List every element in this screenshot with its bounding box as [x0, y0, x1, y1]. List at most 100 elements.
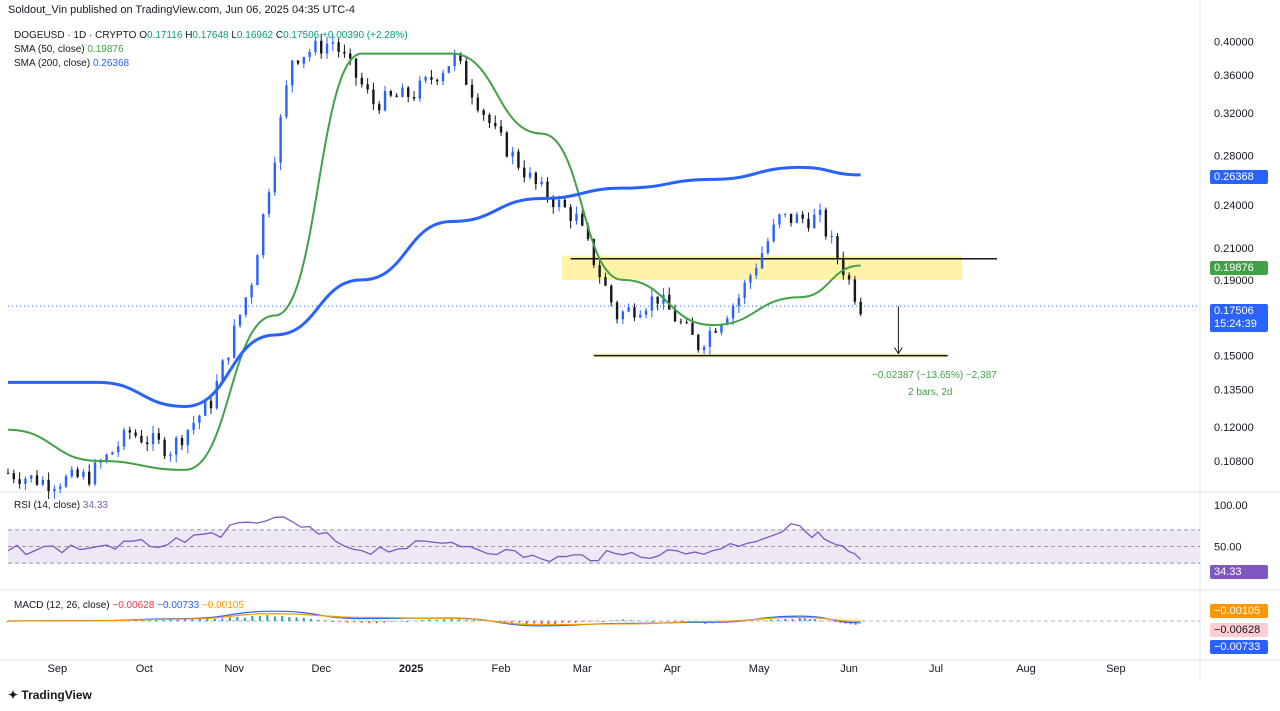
candle-body: [546, 181, 549, 199]
candle-body: [807, 218, 810, 229]
time-tick-label: Aug: [1016, 663, 1036, 675]
time-tick-label: Jul: [929, 663, 943, 675]
sma50-legend[interactable]: SMA (50, close) 0.19876: [14, 44, 124, 55]
macd-histogram-bar: [762, 620, 765, 621]
candle-body: [569, 207, 572, 221]
candle-body: [59, 486, 62, 489]
macd-histogram-bar: [674, 621, 677, 622]
last-price: 0.17506: [1214, 305, 1254, 317]
rsi-label: RSI (14, close): [14, 500, 81, 511]
macd-histogram-bar: [458, 619, 461, 621]
sma200-label: SMA (200, close): [14, 58, 91, 69]
macd-histogram-bar: [588, 621, 591, 622]
macd-histogram-bar: [405, 621, 408, 622]
macd-histogram-bar: [428, 619, 431, 621]
macd-histogram-bar: [353, 621, 356, 623]
macd-legend[interactable]: MACD (12, 26, close) −0.00628 −0.00733 −…: [14, 600, 244, 611]
macd-line-value: −0.00733: [157, 600, 200, 611]
candle-body: [279, 116, 282, 163]
candle-body: [528, 172, 532, 178]
candle-body: [465, 61, 468, 85]
time-tick-label: Apr: [664, 663, 681, 675]
candle-body: [308, 51, 311, 57]
candle-body: [82, 471, 85, 477]
macd-histogram-bar: [629, 620, 632, 621]
macd-histogram-bar: [266, 615, 269, 621]
candle-body: [407, 87, 410, 97]
close-value: 0.17506: [283, 30, 320, 41]
candle-body: [215, 381, 219, 409]
candle-body: [772, 224, 775, 242]
candle-body: [430, 77, 433, 80]
macd-histogram-bar: [819, 620, 822, 621]
candle-body: [349, 53, 352, 59]
macd-histogram-bar: [236, 616, 239, 621]
candle-body: [302, 56, 306, 64]
macd-histogram-bar: [784, 618, 787, 621]
rsi-tick-label: 50.00: [1214, 542, 1242, 554]
sma50-price-tag: 0.19876: [1210, 261, 1268, 275]
candle-body: [784, 213, 787, 215]
candle-body: [755, 268, 758, 276]
candle-body: [517, 151, 520, 168]
candle-body: [436, 79, 439, 82]
sma50-label: SMA (50, close): [14, 44, 85, 55]
price-tick-label: 0.36000: [1214, 70, 1254, 82]
candle-body: [760, 253, 764, 269]
candle-body: [523, 167, 526, 178]
candle-body: [743, 282, 746, 298]
measure-text: −0.02387 (−13.65%) −2,387: [872, 370, 997, 381]
macd-histogram-bar: [518, 621, 521, 623]
candle-body: [389, 91, 393, 96]
candle-body: [540, 181, 543, 185]
macd-signal-tag: −0.00105: [1210, 604, 1268, 618]
rsi-legend[interactable]: RSI (14, close) 34.33: [14, 500, 108, 511]
macd-histogram-bar: [251, 615, 254, 621]
candle-body: [836, 236, 839, 258]
candle-body: [615, 302, 619, 320]
sma200-legend[interactable]: SMA (200, close) 0.26368: [14, 58, 129, 69]
macd-histogram-bar: [310, 618, 313, 621]
time-tick-label: Dec: [311, 663, 331, 675]
candle-body: [650, 296, 654, 311]
macd-line-tag: −0.00733: [1210, 640, 1268, 654]
candle-body: [209, 400, 213, 409]
candle-body: [847, 275, 851, 280]
candle-body: [366, 84, 369, 90]
candle-body: [186, 429, 190, 446]
rsi-price-tag: 34.33: [1210, 565, 1268, 579]
candle-body: [128, 430, 132, 433]
macd-histogram-bar: [435, 619, 438, 621]
candle-body: [70, 469, 74, 477]
candle-body: [35, 475, 39, 485]
macd-histogram-bar: [769, 619, 772, 621]
candle-body: [204, 400, 207, 416]
macd-histogram-bar: [288, 617, 291, 621]
candle-body: [424, 77, 427, 81]
price-tick-label: 0.28000: [1214, 151, 1254, 163]
time-tick-label: Nov: [224, 663, 244, 675]
time-tick-label: May: [749, 663, 770, 675]
time-tick-label: Oct: [136, 663, 153, 675]
price-tick-label: 0.40000: [1214, 36, 1254, 48]
macd-histogram-bar: [375, 621, 378, 624]
macd-histogram-bar: [213, 618, 216, 621]
candle-body: [813, 214, 816, 229]
macd-histogram-bar: [420, 620, 423, 621]
candle-body: [227, 357, 230, 361]
macd-histogram-bar: [228, 617, 231, 621]
price-tick-label: 0.10800: [1214, 456, 1254, 468]
candle-body: [494, 122, 497, 127]
candle-body: [383, 91, 387, 111]
macd-histogram-bar: [581, 621, 584, 622]
macd-histogram-bar: [540, 621, 543, 624]
tradingview-logo[interactable]: ✦ TradingView: [8, 688, 92, 702]
candle-body: [737, 297, 741, 306]
candle-body: [505, 132, 509, 157]
macd-histogram-bar: [465, 619, 468, 621]
candle-body: [291, 60, 294, 86]
candle-body: [169, 454, 172, 457]
price-tick-label: 0.24000: [1214, 200, 1254, 212]
rsi-tick-label: 100.00: [1214, 500, 1248, 512]
candle-body: [627, 307, 630, 312]
